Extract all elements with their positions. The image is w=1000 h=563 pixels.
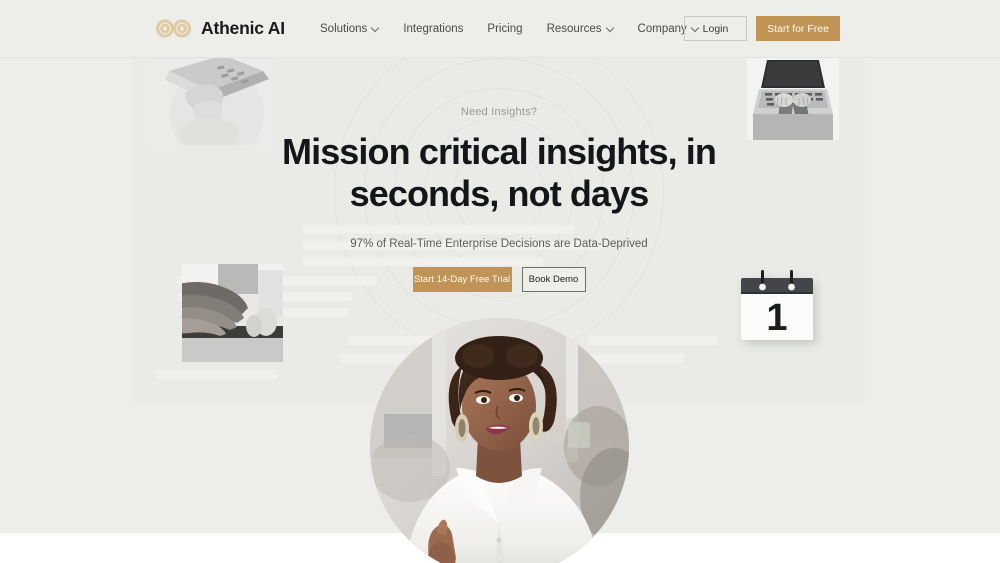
- site-header: Athenic AI Solutions Integrations Pricin…: [0, 0, 1000, 58]
- woman-presenting-portrait-photo: [370, 318, 629, 563]
- page-title: Mission critical insights, in seconds, n…: [133, 134, 865, 212]
- typing-overhead-photo: [747, 52, 839, 140]
- nav-label: Company: [637, 22, 687, 35]
- hero-subheadline: 97% of Real-Time Enterprise Decisions ar…: [350, 238, 648, 250]
- header-actions: Login Start for Free: [684, 16, 840, 41]
- book-demo-button[interactable]: Book Demo: [521, 267, 586, 292]
- calendar-day-number: 1: [766, 297, 787, 339]
- nav-item-integrations[interactable]: Integrations: [403, 23, 463, 35]
- nav-label: Pricing: [487, 22, 523, 35]
- brand-logo[interactable]: Athenic AI: [155, 18, 285, 39]
- brand-name: Athenic AI: [201, 18, 285, 38]
- start-for-free-button[interactable]: Start for Free: [756, 16, 840, 41]
- login-button[interactable]: Login: [684, 16, 747, 41]
- nav-item-solutions[interactable]: Solutions: [320, 23, 379, 35]
- nav-label: Resources: [546, 22, 602, 35]
- laptop-hands-photo: [151, 53, 276, 145]
- main-navigation: Solutions Integrations Pricing Resources…: [320, 23, 699, 35]
- nav-item-resources[interactable]: Resources: [547, 23, 614, 35]
- landing-page: Athenic AI Solutions Integrations Pricin…: [0, 0, 1000, 563]
- calendar-icon: 1: [739, 268, 815, 342]
- nav-label: Solutions: [320, 22, 368, 35]
- headline-line-2: seconds, not days: [349, 173, 650, 214]
- double-circle-infinity-icon: [155, 19, 192, 38]
- nav-item-pricing[interactable]: Pricing: [487, 23, 522, 35]
- headline-line-1: Mission critical insights, in: [282, 131, 717, 172]
- nav-label: Integrations: [403, 22, 464, 35]
- chevron-down-icon: [606, 24, 614, 32]
- hand-keyboard-photo: [182, 264, 283, 362]
- start-free-trial-button[interactable]: Start 14-Day Free Trial: [412, 267, 512, 292]
- chevron-down-icon: [371, 24, 379, 32]
